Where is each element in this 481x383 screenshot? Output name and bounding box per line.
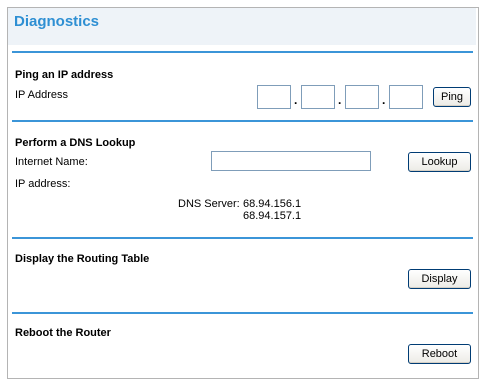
ip-dot: . <box>338 93 342 107</box>
ip-octet-3[interactable] <box>345 85 379 109</box>
dns-ip-address-label: IP address: <box>15 178 71 190</box>
internet-name-input[interactable] <box>211 151 371 171</box>
dns-server-1: 68.94.156.1 <box>243 198 302 210</box>
dns-server-2: 68.94.157.1 <box>243 210 302 222</box>
ping-heading: Ping an IP address <box>15 69 114 81</box>
divider <box>12 312 473 314</box>
dns-heading: Perform a DNS Lookup <box>15 137 136 149</box>
reboot-heading: Reboot the Router <box>15 327 111 339</box>
lookup-button[interactable]: Lookup <box>408 152 471 172</box>
ip-address-label: IP Address <box>15 89 68 101</box>
divider <box>12 120 473 122</box>
ip-octet-2[interactable] <box>301 85 335 109</box>
routing-table-heading: Display the Routing Table <box>15 253 150 265</box>
reboot-button[interactable]: Reboot <box>408 344 471 364</box>
diagnostics-panel <box>7 7 479 379</box>
dns-server-label: DNS Server: <box>178 198 240 210</box>
display-button[interactable]: Display <box>408 269 471 289</box>
ping-button[interactable]: Ping <box>433 87 471 107</box>
ip-dot: . <box>294 93 298 107</box>
ip-dot: . <box>382 93 386 107</box>
divider <box>12 51 473 53</box>
ip-octet-4[interactable] <box>389 85 423 109</box>
internet-name-label: Internet Name: <box>15 156 88 168</box>
ip-octet-1[interactable] <box>257 85 291 109</box>
page-title: Diagnostics <box>14 13 100 30</box>
divider <box>12 237 473 239</box>
